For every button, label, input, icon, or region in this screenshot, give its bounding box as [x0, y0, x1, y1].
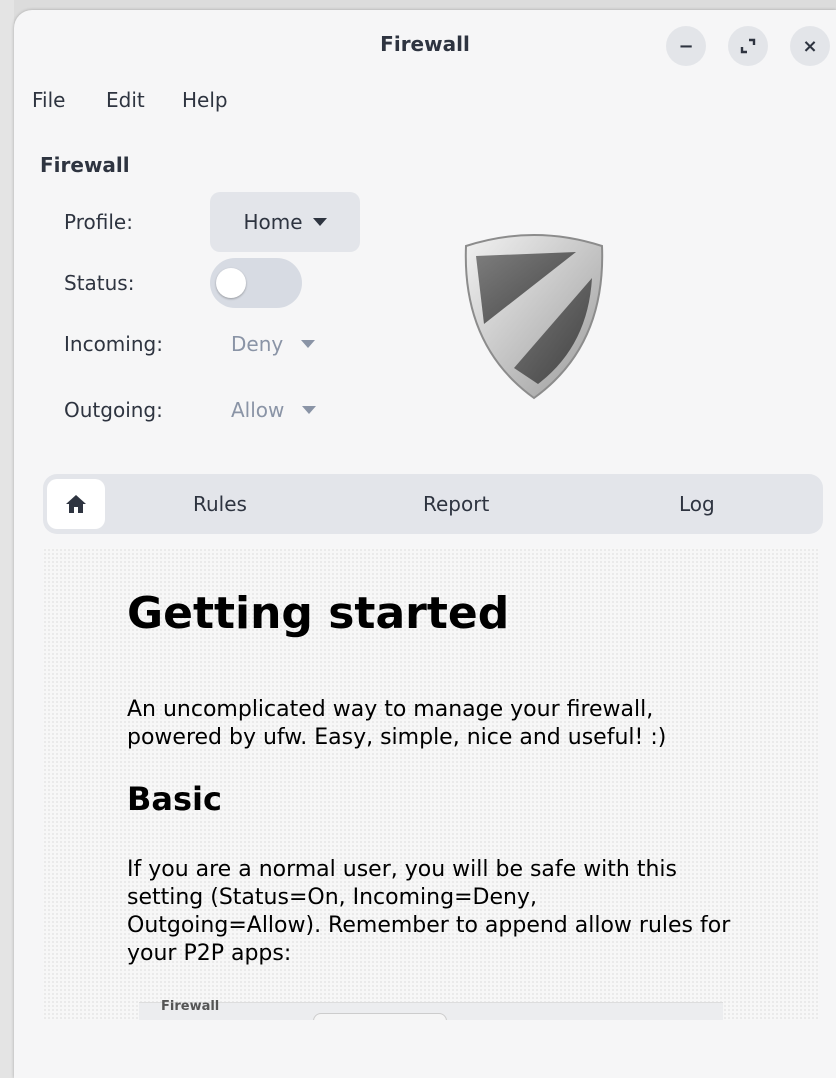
- minimize-icon: −: [678, 35, 694, 57]
- minimize-button[interactable]: −: [666, 26, 706, 66]
- incoming-dropdown[interactable]: Deny: [231, 332, 316, 356]
- menu-bar: File Edit Help: [14, 76, 836, 116]
- incoming-label: Incoming:: [64, 332, 163, 356]
- profile-value: Home: [243, 210, 303, 234]
- home-content[interactable]: Getting started An uncomplicated way to …: [43, 548, 819, 1020]
- incoming-value: Deny: [231, 332, 284, 356]
- tab-bar: Rules Report Log: [43, 474, 823, 534]
- tab-log[interactable]: Log: [679, 492, 715, 516]
- chevron-down-icon: [301, 340, 316, 348]
- doc-basic-heading: Basic: [127, 780, 222, 818]
- menu-help[interactable]: Help: [182, 88, 228, 112]
- maximize-icon: [740, 38, 756, 54]
- tab-home[interactable]: [47, 479, 105, 529]
- tab-report[interactable]: Report: [423, 492, 489, 516]
- home-icon: [66, 495, 86, 513]
- doc-basic-text: If you are a normal user, you will be sa…: [127, 857, 731, 966]
- status-label: Status:: [64, 271, 135, 295]
- profile-dropdown[interactable]: Home: [210, 192, 360, 252]
- maximize-button[interactable]: [728, 26, 768, 66]
- profile-label: Profile:: [64, 210, 133, 234]
- close-button[interactable]: ×: [790, 26, 830, 66]
- status-toggle[interactable]: [210, 258, 302, 308]
- doc-intro: An uncomplicated way to manage your fire…: [127, 697, 667, 750]
- menu-edit[interactable]: Edit: [106, 88, 145, 112]
- embedded-screenshot: Firewall: [139, 999, 723, 1020]
- firewall-window: Firewall − × File Edit Help Firewall Pro…: [14, 10, 836, 1078]
- outgoing-value: Allow: [231, 398, 285, 422]
- desktop-background: [0, 0, 14, 1078]
- chevron-down-icon: [302, 406, 317, 414]
- embedded-dropdown: [313, 1013, 447, 1020]
- window-title: Firewall: [380, 32, 470, 56]
- outgoing-dropdown[interactable]: Allow: [231, 398, 317, 422]
- title-bar[interactable]: Firewall − ×: [14, 10, 836, 76]
- toggle-knob: [216, 268, 246, 298]
- tab-rules[interactable]: Rules: [193, 492, 247, 516]
- outgoing-label: Outgoing:: [64, 398, 163, 422]
- embedded-label: Firewall: [161, 999, 220, 1014]
- shield-icon: [464, 234, 604, 400]
- doc-heading: Getting started: [127, 588, 510, 639]
- chevron-down-icon: [312, 218, 327, 226]
- menu-file[interactable]: File: [32, 88, 65, 112]
- close-icon: ×: [802, 35, 818, 57]
- section-title: Firewall: [40, 153, 130, 177]
